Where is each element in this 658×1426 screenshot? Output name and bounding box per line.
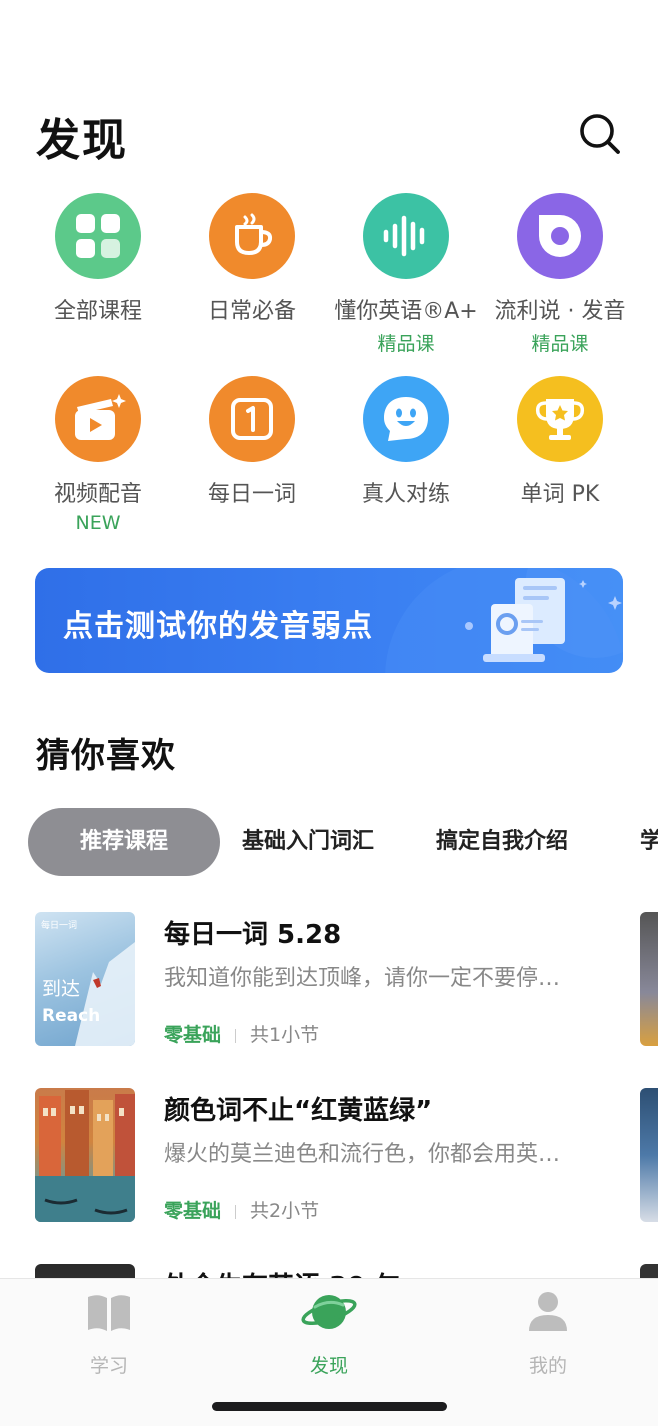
daily-word-icon <box>209 376 295 462</box>
chat-face-icon <box>363 376 449 462</box>
grid-label: 单词 PK <box>520 482 600 507</box>
grid-label: 真人对练 <box>361 482 450 507</box>
book-icon <box>86 1289 132 1335</box>
course-meta: 零基础 共1小节 <box>164 1020 319 1047</box>
course-description: 我知道你能到达顶峰，请你一定不要停… <box>164 966 561 991</box>
search-icon <box>580 114 620 154</box>
tab-bar-label: 发现 <box>309 1355 348 1377</box>
grid-item-pronunciation[interactable]: 流利说 · 发音 精品课 <box>483 193 637 356</box>
grid-label: 流利说 · 发音 <box>494 299 626 324</box>
tab-bar-label: 学习 <box>89 1355 128 1377</box>
premium-tag: 精品课 <box>531 333 589 355</box>
apps-grid-icon <box>55 193 141 279</box>
pronunciation-icon <box>517 193 603 279</box>
lesson-count: 共1小节 <box>250 1024 320 1046</box>
thumb-title-cn: 到达 <box>42 978 81 1000</box>
tab-self-introduction[interactable]: 搞定自我介绍 <box>436 808 568 876</box>
user-icon <box>525 1289 571 1335</box>
grid-label: 日常必备 <box>207 299 296 324</box>
tab-more[interactable]: 学 <box>640 808 658 876</box>
sound-wave-icon <box>363 193 449 279</box>
grid-label: 每日一词 <box>207 482 296 507</box>
tab-basic-vocabulary[interactable]: 基础入门词汇 <box>242 808 374 876</box>
grid-item-understand-english[interactable]: 懂你英语®A+ 精品课 <box>329 193 483 356</box>
grid-item-word-of-the-day[interactable]: 每日一词 <box>175 376 329 508</box>
premium-tag: 精品课 <box>377 333 435 355</box>
page-title: 发现 <box>36 115 128 166</box>
trophy-icon <box>517 376 603 462</box>
next-card-peek <box>640 1088 658 1222</box>
section-title: 猜你喜欢 <box>36 736 176 776</box>
video-play-icon <box>55 376 141 462</box>
course-description: 爆火的莫兰迪色和流行色，你都会用英… <box>164 1142 561 1167</box>
grid-label: 全部课程 <box>53 299 142 324</box>
course-thumbnail <box>35 1088 135 1222</box>
thumb-title-en: Reach <box>42 1006 101 1026</box>
grid-item-all-courses[interactable]: 全部课程 <box>21 193 175 325</box>
coffee-cup-icon <box>209 193 295 279</box>
course-title: 颜色词不止“红黄蓝绿” <box>164 1096 433 1126</box>
tab-bar-study[interactable]: 学习 <box>49 1289 169 1378</box>
level-tag: 零基础 <box>164 1200 222 1222</box>
tab-bar-profile[interactable]: 我的 <box>488 1289 608 1378</box>
grid-item-live-practice[interactable]: 真人对练 <box>329 376 483 508</box>
pronunciation-test-banner[interactable]: 点击测试你的发音弱点 <box>35 568 623 673</box>
course-title: 每日一词 5.28 <box>164 920 342 950</box>
grid-label: 视频配音 <box>53 482 142 507</box>
course-card[interactable]: 每日一词 到达 Reach 每日一词 5.28 我知道你能到达顶峰，请你一定不要… <box>0 912 658 1052</box>
grid-label: 懂你英语®A+ <box>334 299 478 324</box>
grid-item-video-dubbing[interactable]: 视频配音 NEW <box>21 376 175 534</box>
tab-bar-discover[interactable]: 发现 <box>269 1289 389 1378</box>
grid-item-daily-essentials[interactable]: 日常必备 <box>175 193 329 325</box>
banner-text: 点击测试你的发音弱点 <box>63 609 373 644</box>
grid-item-word-pk[interactable]: 单词 PK <box>483 376 637 508</box>
thumb-label: 每日一词 <box>41 921 78 931</box>
level-tag: 零基础 <box>164 1024 222 1046</box>
next-card-peek <box>640 912 658 1046</box>
course-thumbnail: 每日一词 到达 Reach <box>35 912 135 1046</box>
tab-recommended[interactable]: 推荐课程 <box>28 808 220 876</box>
course-card[interactable]: 颜色词不止“红黄蓝绿” 爆火的莫兰迪色和流行色，你都会用英… 零基础 共2小节 <box>0 1088 658 1228</box>
home-indicator <box>212 1402 447 1411</box>
category-tabs: 推荐课程 基础入门词汇 搞定自我介绍 学 <box>28 808 658 876</box>
search-button[interactable] <box>576 110 624 158</box>
planet-icon <box>301 1289 357 1335</box>
lesson-count: 共2小节 <box>250 1200 320 1222</box>
course-meta: 零基础 共2小节 <box>164 1196 319 1223</box>
new-tag: NEW <box>75 512 121 534</box>
tab-bar-label: 我的 <box>528 1355 567 1377</box>
